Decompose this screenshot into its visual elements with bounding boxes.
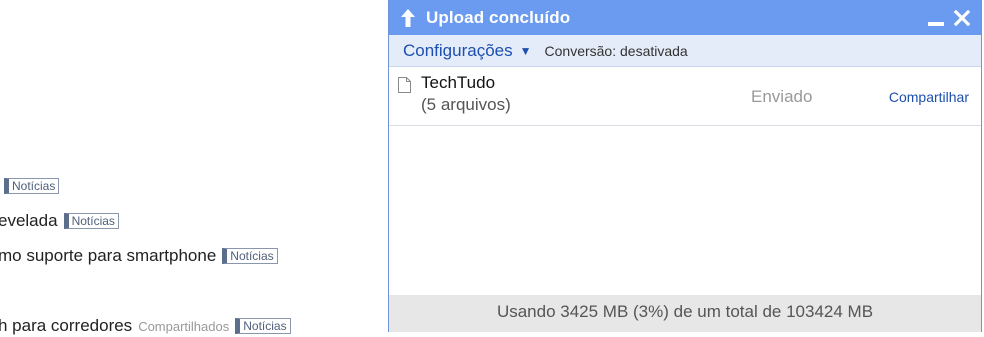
settings-menu[interactable]: Configurações ▼: [403, 41, 532, 61]
file-status: Enviado: [751, 87, 813, 106]
panel-title: Upload concluído: [426, 7, 571, 27]
panel-toolbar: Configurações ▼ Conversão: desativada: [389, 35, 981, 67]
panel-header: Upload concluído: [389, 0, 981, 35]
label-tag[interactable]: Notícias: [63, 213, 119, 229]
minimize-icon[interactable]: [927, 9, 945, 27]
file-row: TechTudo (5 arquivos) Enviado Compartilh…: [389, 67, 981, 126]
label-tag[interactable]: Notícias: [222, 248, 278, 264]
feed-row[interactable]: h para corredores Compartilhados Notícias: [0, 316, 291, 337]
file-count: (5 arquivos): [421, 95, 511, 114]
conversion-status: Conversão: desativada: [544, 42, 688, 59]
upload-arrow-icon: [401, 8, 415, 27]
document-icon: [398, 77, 411, 93]
upload-panel: Upload concluído Configurações ▼ Convers…: [388, 0, 982, 332]
close-icon[interactable]: [953, 9, 971, 27]
feed-row-title[interactable]: h para corredores: [0, 316, 132, 335]
dropdown-arrow-icon[interactable]: ▼: [520, 44, 532, 58]
share-link[interactable]: Compartilhar: [889, 89, 969, 105]
shared-label: Compartilhados: [138, 319, 230, 334]
label-tag[interactable]: Notícias: [235, 318, 291, 334]
feed-row-title[interactable]: mo suporte para smartphone: [0, 246, 216, 265]
file-name: TechTudo: [421, 73, 496, 92]
feed-row[interactable]: evelada Notícias: [0, 211, 119, 231]
feed-row[interactable]: Notícias: [0, 176, 60, 196]
window-controls: [927, 9, 971, 27]
storage-usage: Usando 3425 MB (3%) de um total de 10342…: [389, 295, 981, 332]
feed-row[interactable]: mo suporte para smartphone Notícias: [0, 246, 278, 266]
feed-row-title[interactable]: evelada: [0, 211, 58, 230]
settings-label[interactable]: Configurações: [403, 41, 513, 61]
label-tag[interactable]: Notícias: [4, 178, 60, 194]
